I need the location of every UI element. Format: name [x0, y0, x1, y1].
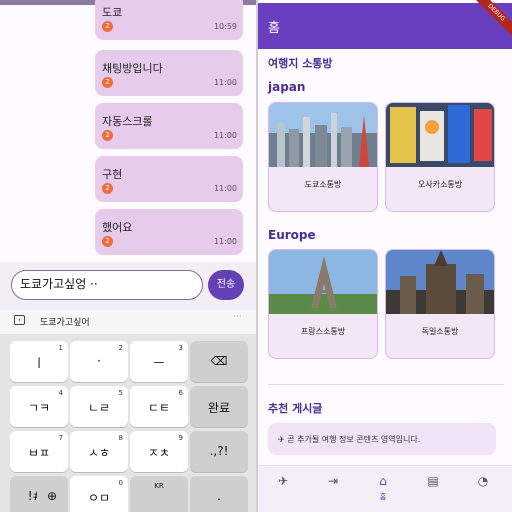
key[interactable]: ㅣ1	[10, 341, 68, 382]
login-icon: ⇥	[327, 474, 339, 488]
app-bar: 홈	[258, 3, 512, 49]
key[interactable]: ㅈㅊ 9	[130, 431, 188, 472]
calendar-icon: ▤	[427, 474, 439, 488]
message-time: 11:00	[213, 131, 237, 140]
home-screen: 홈 DEBUG 여행지 소통방 japan 도쿄소통방 오사카소통방 Europ…	[258, 0, 512, 512]
bottom-nav: ✈ ⇥ ⌂ 홈 ▤ ◔	[258, 465, 512, 512]
suggestion-bar: ‹ 도쿄가고싶어 ···	[0, 310, 256, 334]
section-title: 여행지 소통방	[268, 57, 333, 70]
message-time: 11:00	[213, 184, 237, 193]
message-input[interactable]: 도쿄가고싶엉 ··	[11, 270, 203, 300]
airplane-icon: ✈	[278, 435, 288, 444]
home-icon: ⌂	[379, 474, 387, 488]
unread-badge: 2	[102, 21, 113, 32]
chat-screen: 도쿄 2 10:59 채팅방입니다 2 11:00 자동스크롤 2 11:00 …	[0, 0, 256, 512]
recommend-banner: ✈ 곧 추가될 여행 정보 콘텐츠 영역입니다.	[268, 423, 496, 455]
room-card-tokyo[interactable]: 도쿄소통방	[268, 102, 378, 212]
section-title: 추천 게시글	[268, 402, 323, 415]
send-button[interactable]: 전송	[208, 270, 244, 300]
message-text: 자동스크롤	[102, 115, 153, 128]
city-photo	[269, 103, 377, 167]
speedometer-icon: ◔	[477, 474, 489, 488]
card-name: 오사카소통방	[417, 180, 463, 189]
more-icon[interactable]: ···	[233, 312, 242, 322]
message-text: 구현	[102, 168, 123, 181]
region-title: japan	[268, 80, 306, 94]
nav-home[interactable]: ⌂ 홈	[358, 466, 408, 512]
key[interactable]: ㄱㅋ 4	[10, 386, 68, 427]
chat-bubble: 자동스크롤 2 11:00	[95, 103, 243, 149]
message-text: 했어요	[102, 221, 133, 234]
key[interactable]: ㅂㅍ 7	[10, 431, 68, 472]
room-card-france[interactable]: 프랑스소통방	[268, 249, 378, 359]
chat-bubble: 채팅방입니다 2 11:00	[95, 50, 243, 96]
chat-bubble: 했어요 2 11:00	[95, 209, 243, 255]
backspace-key[interactable]: ⌫	[190, 341, 248, 382]
key[interactable]: · 2	[70, 341, 128, 382]
city-photo	[386, 103, 494, 167]
divider	[268, 384, 504, 385]
nav-speed[interactable]: ◔	[458, 466, 508, 512]
page-title: 홈	[268, 21, 280, 36]
language-key[interactable]: KR	[130, 476, 188, 512]
key[interactable]: ㅡ3	[130, 341, 188, 382]
room-card-osaka[interactable]: 오사카소통방	[385, 102, 495, 212]
city-photo	[386, 250, 494, 314]
key[interactable]: ㄷㅌ 6	[130, 386, 188, 427]
region-title: Europe	[268, 228, 316, 242]
card-name: 프랑스소통방	[300, 327, 346, 336]
chat-bubble: 도쿄 2 10:59	[95, 0, 243, 40]
done-key[interactable]: 완료	[190, 386, 248, 427]
key[interactable]: ㅅㅎ 8	[70, 431, 128, 472]
key[interactable]: ㄴㄹ 5	[70, 386, 128, 427]
room-card-germany[interactable]: 독일소통방	[385, 249, 495, 359]
backspace-icon: ⌫	[210, 354, 228, 368]
banner-text: ✈ 곧 추가될 여행 정보 콘텐츠 영역입니다.	[278, 435, 421, 444]
nav-calendar[interactable]: ▤	[408, 466, 458, 512]
nav-home-label: 홈	[379, 493, 387, 501]
card-name: 독일소통방	[421, 327, 459, 336]
keyboard-icon[interactable]: ‹	[14, 315, 25, 325]
keyboard: ㅣ1 · 2 ㅡ3 ⌫ ㄱㅋ 4 ㄴㄹ 5 ㄷㅌ 6 완료 ㅂㅍ 7 ㅅㅎ 8 ㅈㅊ 9 .,…	[0, 334, 256, 512]
globe-icon[interactable]: ⊕	[37, 476, 67, 512]
key[interactable]: ㅇㅁ 0	[70, 476, 128, 512]
card-name: 도쿄소통방	[304, 180, 342, 189]
message-text: 도쿄	[102, 6, 123, 19]
message-time: 10:59	[213, 22, 237, 31]
chat-bubble: 구현 2 11:00	[95, 156, 243, 202]
unread-badge: 2	[102, 77, 113, 88]
suggestion-word[interactable]: 도쿄가고싶어	[40, 315, 90, 328]
punctuation-key[interactable]: .,?!	[190, 431, 248, 472]
unread-badge: 2	[102, 183, 113, 194]
city-photo	[269, 250, 377, 314]
unread-badge: 2	[102, 236, 113, 247]
message-text: 채팅방입니다	[102, 62, 163, 75]
message-time: 11:00	[213, 78, 237, 87]
airplane-icon: ✈	[277, 474, 289, 488]
message-time: 11:00	[213, 237, 237, 246]
nav-flights[interactable]: ✈	[258, 466, 308, 512]
unread-badge: 2	[102, 130, 113, 141]
period-key[interactable]: .	[190, 476, 248, 512]
nav-login[interactable]: ⇥	[308, 466, 358, 512]
